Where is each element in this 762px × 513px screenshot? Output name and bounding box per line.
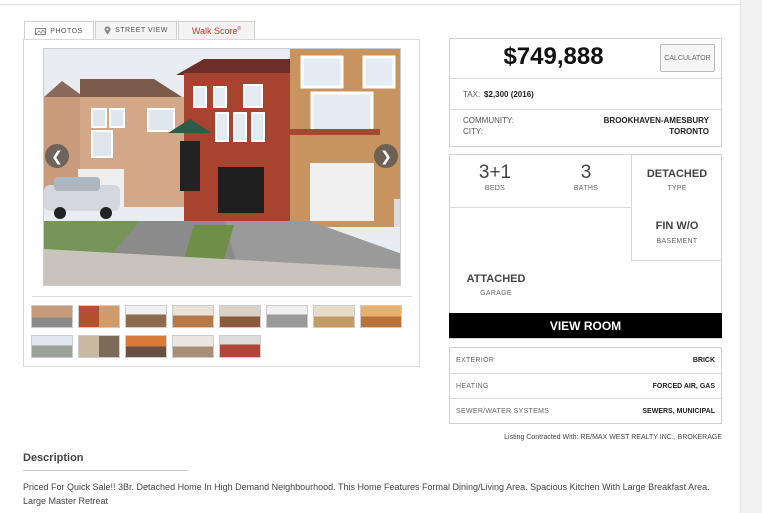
basement-label: BASEMENT bbox=[656, 238, 698, 245]
chevron-right-icon: ❯ bbox=[380, 148, 392, 164]
description-heading: Description bbox=[23, 452, 84, 464]
thumbnail[interactable] bbox=[78, 335, 120, 358]
facts-divider bbox=[631, 260, 722, 261]
tab-street-view[interactable]: STREET VIEW bbox=[95, 21, 177, 39]
listing-price: $749,888 bbox=[503, 43, 604, 70]
thumbnail[interactable] bbox=[313, 305, 355, 328]
calculator-button[interactable]: CALCULATOR bbox=[660, 44, 715, 72]
property-details-table: EXTERIOR BRICK HEATING FORCED AIR, GAS S… bbox=[449, 347, 722, 424]
registered-mark: ® bbox=[237, 25, 242, 32]
facts-divider bbox=[450, 207, 631, 208]
type-value: DETACHED bbox=[646, 168, 708, 180]
thumbnail[interactable] bbox=[172, 335, 214, 358]
tab-walk-score[interactable]: Walk Score® bbox=[178, 21, 255, 39]
tab-photos[interactable]: PHOTOS bbox=[24, 21, 94, 40]
garage-label: GARAGE bbox=[480, 290, 512, 297]
detail-value: SEWERS, MUNICIPAL bbox=[642, 407, 715, 415]
beds-label: BEDS bbox=[484, 185, 506, 192]
house-photo-illustration bbox=[44, 49, 400, 285]
detail-value: BRICK bbox=[692, 357, 715, 364]
thumbnail-divider bbox=[32, 296, 412, 297]
tax-label: TAX: bbox=[463, 90, 481, 99]
description-text: Priced For Quick Sale!! 3Br. Detached Ho… bbox=[23, 482, 710, 506]
thumbnail[interactable] bbox=[125, 335, 167, 358]
table-row: HEATING FORCED AIR, GAS bbox=[450, 373, 721, 398]
thumbnail[interactable] bbox=[31, 335, 73, 358]
tab-walk-score-label: Walk Score® bbox=[191, 25, 242, 36]
community-row: COMMUNITY: BROOKHAVEN-AMESBURY CITY: TOR… bbox=[450, 109, 721, 148]
baths-label: BATHS bbox=[573, 185, 599, 192]
thumbnail[interactable] bbox=[266, 305, 308, 328]
camera-icon bbox=[35, 28, 47, 35]
description-divider bbox=[23, 470, 188, 471]
detail-value: FORCED AIR, GAS bbox=[652, 382, 715, 390]
city-label: CITY: bbox=[463, 127, 484, 136]
thumbnail[interactable] bbox=[31, 305, 73, 328]
photo-gallery: ❮ ❯ bbox=[23, 39, 420, 367]
city-value: TORONTO bbox=[669, 127, 709, 136]
beds-value: 3+1 bbox=[478, 162, 512, 183]
price-summary: $749,888 CALCULATOR TAX: $2,300 (2016) C… bbox=[449, 38, 722, 147]
tax-row: TAX: $2,300 (2016) bbox=[450, 78, 721, 110]
listing-brokerage: Listing Contracted With: RE/MAX WEST REA… bbox=[504, 434, 722, 441]
tab-street-view-label: STREET VIEW bbox=[115, 27, 168, 34]
thumbnail[interactable] bbox=[219, 305, 261, 328]
table-row: SEWER/WATER SYSTEMS SEWERS, MUNICIPAL bbox=[450, 398, 721, 423]
detail-label: EXTERIOR bbox=[456, 357, 495, 364]
tax-value: $2,300 (2016) bbox=[484, 90, 534, 99]
thumbnail[interactable] bbox=[78, 305, 120, 328]
view-room-button[interactable]: VIEW ROOM bbox=[449, 313, 722, 338]
garage-value: ATTACHED bbox=[466, 273, 526, 285]
thumbnail[interactable] bbox=[219, 335, 261, 358]
facts-divider bbox=[631, 207, 632, 260]
thumbnail[interactable] bbox=[360, 305, 402, 328]
property-facts: 3+1 BEDS 3 BATHS DETACHED TYPE FIN W/O B… bbox=[449, 154, 722, 339]
table-row: EXTERIOR BRICK bbox=[450, 348, 721, 373]
tab-photos-label: PHOTOS bbox=[50, 27, 83, 35]
basement-value: FIN W/O bbox=[655, 220, 699, 232]
type-label: TYPE bbox=[667, 185, 687, 192]
detail-label: HEATING bbox=[456, 382, 489, 390]
page-gutter bbox=[740, 0, 762, 513]
thumbnail[interactable] bbox=[172, 305, 214, 328]
main-photo[interactable] bbox=[43, 48, 401, 286]
map-pin-icon bbox=[104, 26, 111, 35]
facts-divider bbox=[631, 155, 632, 207]
next-photo-button[interactable]: ❯ bbox=[374, 144, 398, 168]
community-value: BROOKHAVEN-AMESBURY bbox=[603, 116, 709, 125]
chevron-left-icon: ❮ bbox=[51, 148, 63, 164]
detail-label: SEWER/WATER SYSTEMS bbox=[456, 407, 550, 415]
community-label: COMMUNITY: bbox=[463, 116, 515, 125]
top-divider bbox=[0, 0, 740, 5]
baths-value: 3 bbox=[580, 162, 592, 183]
thumbnail[interactable] bbox=[125, 305, 167, 328]
prev-photo-button[interactable]: ❮ bbox=[45, 144, 69, 168]
